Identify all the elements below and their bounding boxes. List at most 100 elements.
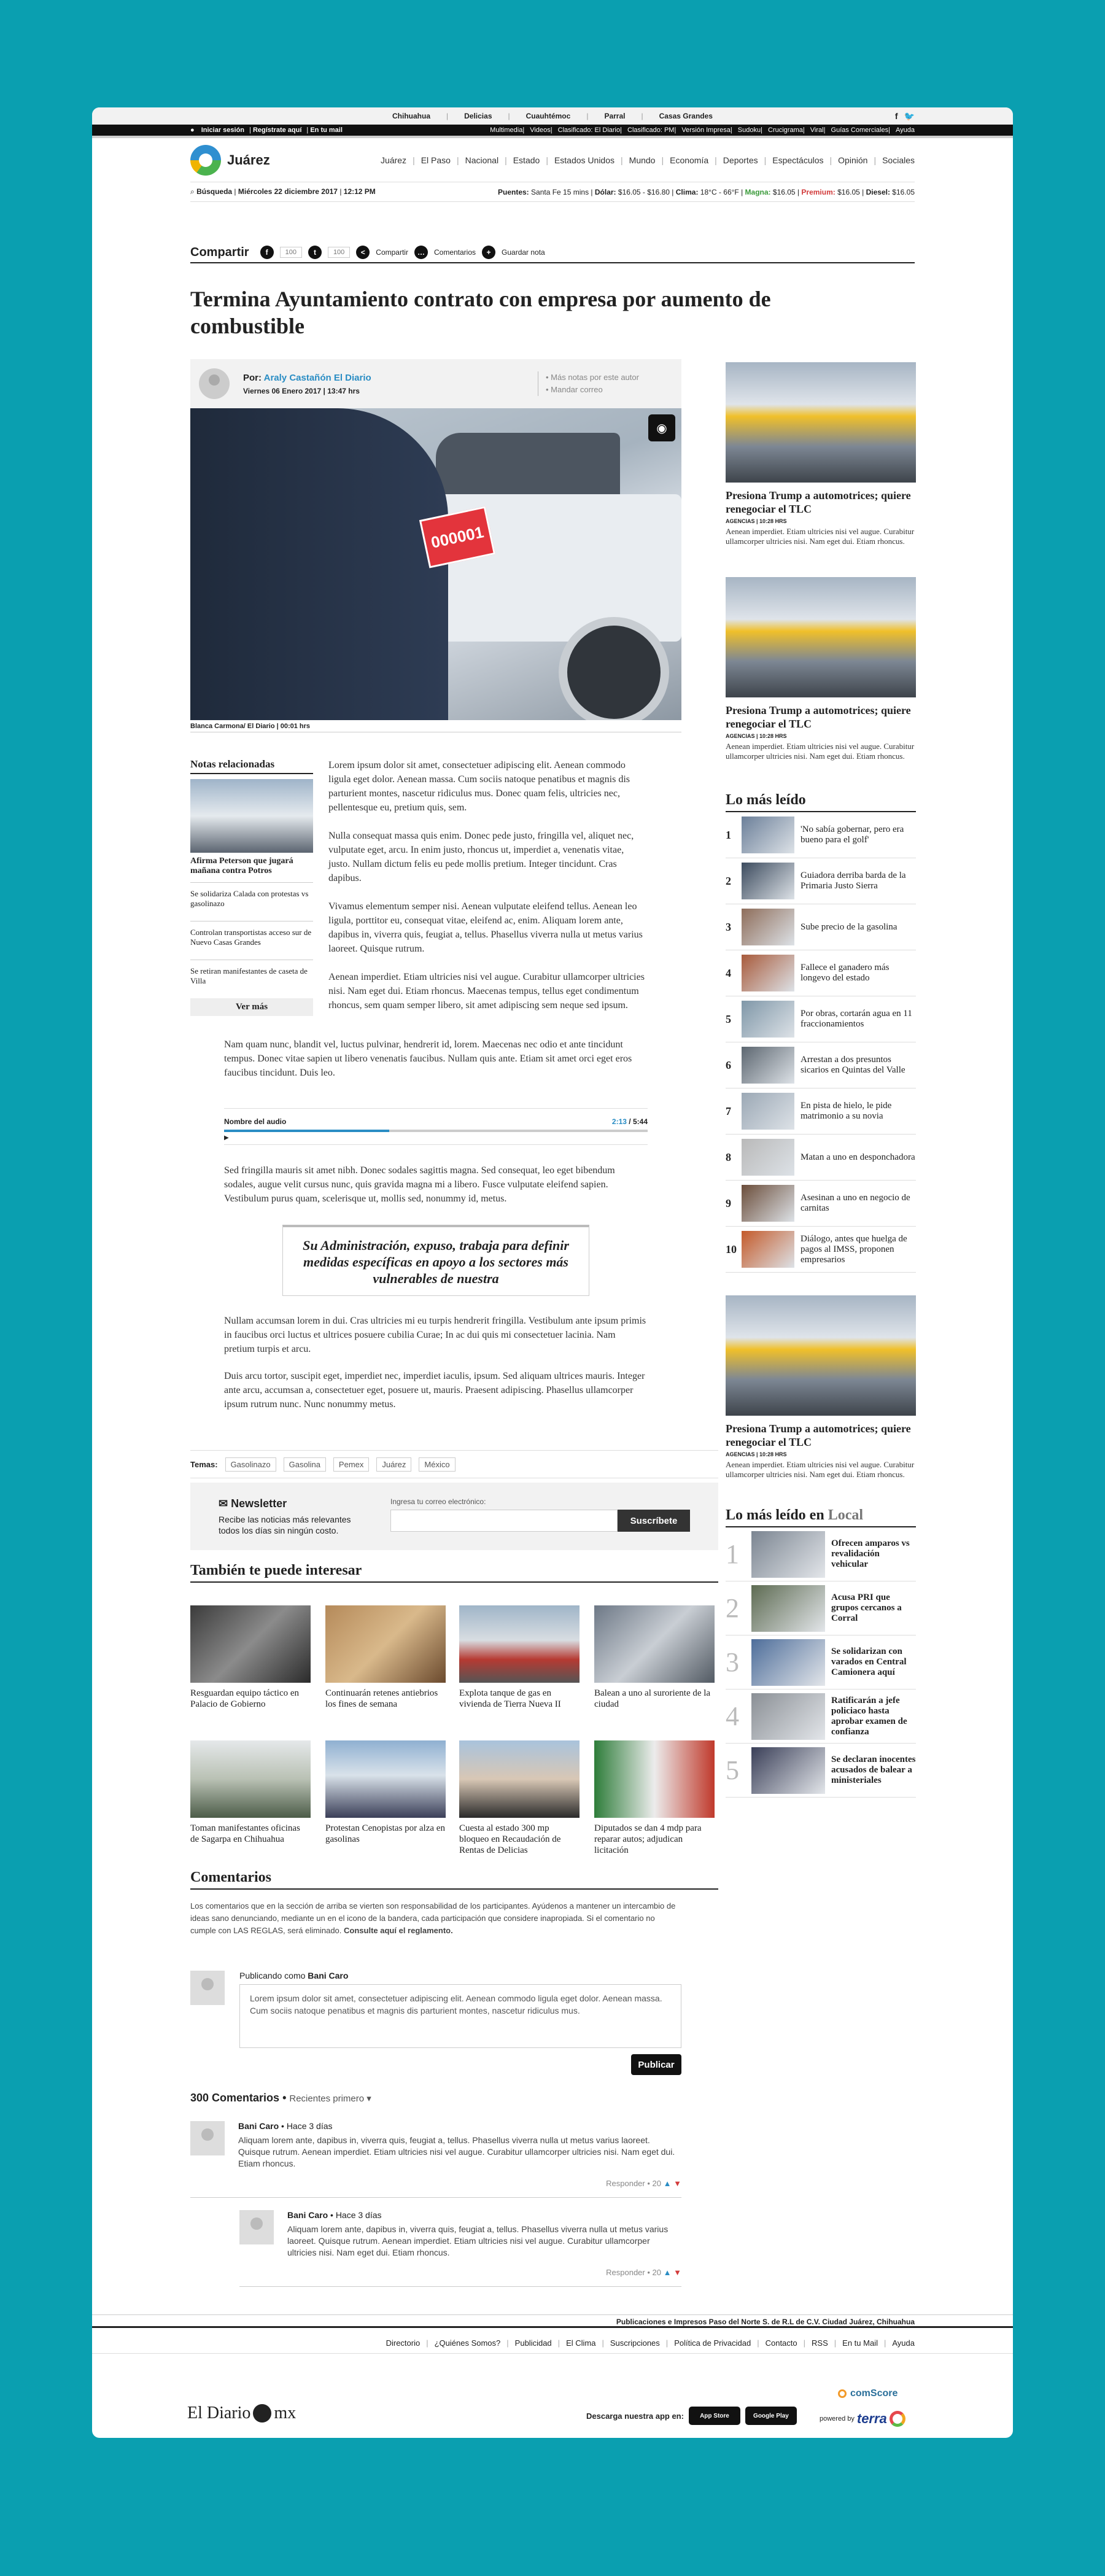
search-icon[interactable]: ⌕ [190, 187, 195, 196]
most-read-item[interactable]: 7 En pista de hielo, le pide matrimonio a… [726, 1088, 916, 1135]
see-more-button[interactable]: Ver más [190, 998, 313, 1016]
nav-item[interactable]: Espectáculos [772, 155, 823, 165]
most-read-local-item[interactable]: 2 Acusa PRI que grupos cercanos a Corral [726, 1581, 916, 1635]
most-read-item[interactable]: 1 'No sabía gobernar, pero era bueno para… [726, 812, 916, 858]
main-photo[interactable]: 000001 ◉ [190, 408, 681, 720]
nav-link[interactable]: Clasificado: PM [627, 126, 674, 134]
footer-link[interactable]: Contacto [766, 2338, 797, 2348]
register-link[interactable]: Regístrate aquí [253, 126, 301, 134]
story-card[interactable]: Balean a uno al suroriente de la ciudad [594, 1605, 715, 1710]
reply-link[interactable]: Responder [606, 2268, 645, 2277]
nav-item[interactable]: Nacional [465, 155, 498, 165]
bookmark-icon[interactable]: + [482, 246, 496, 259]
most-read-item[interactable]: 10 Diálogo, antes que huelga de pagos al … [726, 1227, 916, 1273]
topic-tag[interactable]: Gasolinazo [225, 1457, 276, 1472]
audio-progress-track[interactable] [224, 1130, 648, 1132]
footer-link[interactable]: El Clima [566, 2338, 595, 2348]
google-play-badge[interactable]: Google Play [745, 2407, 797, 2425]
camera-icon[interactable]: ◉ [648, 414, 675, 441]
save-link[interactable]: Guardar nota [502, 248, 545, 257]
nav-item[interactable]: Opinión [838, 155, 867, 165]
story-card[interactable]: Continuarán retenes antiebrios los fines… [325, 1605, 446, 1710]
comments-link[interactable]: Comentarios [434, 248, 476, 257]
related-thumbnail[interactable] [190, 779, 313, 853]
story-card[interactable]: Protestan Cenopistas por alza en gasolin… [325, 1740, 446, 1845]
footer-link[interactable]: Directorio [386, 2338, 421, 2348]
most-read-item[interactable]: 9 Asesinan a uno en negocio de carnitas [726, 1181, 916, 1227]
city-link[interactable]: Delicias [464, 112, 492, 120]
nav-item[interactable]: Sociales [882, 155, 915, 165]
email-field[interactable] [390, 1510, 618, 1532]
nav-item[interactable]: El Paso [421, 155, 451, 165]
more-by-author-link[interactable]: • Más notas por este autor [546, 371, 673, 384]
topic-tag[interactable]: Pemex [333, 1457, 370, 1472]
footer-link[interactable]: Ayuda [892, 2338, 915, 2348]
nav-item[interactable]: Estado [513, 155, 540, 165]
nav-link[interactable]: Ayuda [896, 126, 915, 134]
sidebar-story[interactable]: Presiona Trump a automotrices; quiere re… [726, 1295, 916, 1480]
most-read-item[interactable]: 5 Por obras, cortarán agua en 11 fraccion… [726, 996, 916, 1042]
topic-tag[interactable]: Gasolina [283, 1457, 326, 1472]
facebook-icon[interactable]: f [895, 111, 898, 122]
nav-link[interactable]: Versión Impresa [681, 126, 730, 134]
story-card[interactable]: Toman manifestantes oficinas de Sagarpa … [190, 1740, 311, 1845]
sidebar-story[interactable]: Presiona Trump a automotrices; quiere re… [726, 577, 916, 761]
publish-button[interactable]: Publicar [631, 2054, 681, 2075]
nav-link[interactable]: Multimedia [490, 126, 522, 134]
city-link[interactable]: Chihuahua [392, 112, 430, 120]
most-read-item[interactable]: 2 Guiadora derriba barda de la Primaria J… [726, 858, 916, 904]
city-link[interactable]: Casas Grandes [659, 112, 713, 120]
story-card[interactable]: Resguardan equipo táctico en Palacio de … [190, 1605, 311, 1710]
most-read-local-item[interactable]: 3 Se solidarizan con varados en Central C… [726, 1635, 916, 1690]
nav-link[interactable]: Viral [810, 126, 824, 134]
most-read-item[interactable]: 4 Fallece el ganadero más longevo del est… [726, 950, 916, 996]
footer-link[interactable]: En tu Mail [842, 2338, 878, 2348]
rules-link[interactable]: Consulte aquí el reglamento. [344, 1926, 453, 1935]
audio-player[interactable]: Nombre del audio 2:13 / 5:44 ▶ [224, 1108, 648, 1145]
commenter-name[interactable]: Bani Caro [287, 2210, 328, 2220]
nav-link[interactable]: Videos [530, 126, 550, 134]
nav-item[interactable]: Estados Unidos [554, 155, 615, 165]
subscribe-button[interactable]: Suscríbete [618, 1510, 690, 1532]
footer-link[interactable]: Política de Privacidad [674, 2338, 751, 2348]
nav-item[interactable]: Economía [670, 155, 708, 165]
thumbs-up-icon[interactable]: ▲ [664, 2179, 672, 2188]
site-logo[interactable]: Juárez [190, 144, 270, 176]
city-link[interactable]: Cuauhtémoc [526, 112, 571, 120]
nav-item[interactable]: Juárez [381, 155, 406, 165]
play-icon[interactable]: ▶ [224, 1135, 648, 1141]
footer-link[interactable]: Suscripciones [610, 2338, 660, 2348]
related-item[interactable]: Se retiran manifestantes de caseta de Vi… [190, 960, 313, 992]
most-read-item[interactable]: 6 Arrestan a dos presuntos sicarios en Qu… [726, 1042, 916, 1088]
comment-icon[interactable]: … [414, 246, 428, 259]
login-link[interactable]: Iniciar sesión [201, 126, 244, 134]
most-read-local-item[interactable]: 5 Se declaran inocentes acusados de balea… [726, 1744, 916, 1798]
most-read-item[interactable]: 8 Matan a uno en desponchadora [726, 1135, 916, 1181]
related-lead[interactable]: Afirma Peterson que jugará mañana contra… [190, 856, 313, 876]
footer-link[interactable]: Publicidad [515, 2338, 552, 2348]
story-card[interactable]: Diputados se dan 4 mdp para reparar auto… [594, 1740, 715, 1856]
share-link[interactable]: Compartir [376, 248, 408, 257]
twitter-icon[interactable]: 🐦 [904, 111, 915, 122]
commenter-name[interactable]: Bani Caro [238, 2121, 279, 2131]
author-link[interactable]: Araly Castañón El Diario [264, 373, 371, 383]
nav-link[interactable]: Sudoku [738, 126, 761, 134]
footer-logo[interactable]: El Diario mx [187, 2403, 296, 2423]
related-item[interactable]: Se solidariza Calada con protestas vs ga… [190, 882, 313, 915]
nav-link[interactable]: Clasificado: El Diario [558, 126, 620, 134]
reply-link[interactable]: Responder [606, 2179, 645, 2188]
footer-link[interactable]: ¿Quiénes Somos? [435, 2338, 501, 2348]
search-link[interactable]: Búsqueda [196, 187, 232, 196]
share-icon[interactable]: < [356, 246, 370, 259]
related-item[interactable]: Controlan transportistas acceso sur de N… [190, 921, 313, 953]
thumbs-down-icon[interactable]: ▼ [673, 2179, 681, 2188]
topic-tag[interactable]: México [419, 1457, 456, 1472]
sidebar-story[interactable]: Presiona Trump a automotrices; quiere re… [726, 362, 916, 546]
facebook-icon[interactable]: f [260, 246, 274, 259]
mail-link[interactable]: En tu mail [310, 126, 343, 134]
city-link[interactable]: Parral [604, 112, 625, 120]
mail-author-link[interactable]: • Mandar correo [546, 384, 673, 396]
comment-input[interactable]: Lorem ipsum dolor sit amet, consectetuer… [239, 1984, 681, 2048]
footer-link[interactable]: RSS [812, 2338, 828, 2348]
twitter-icon[interactable]: t [308, 246, 322, 259]
